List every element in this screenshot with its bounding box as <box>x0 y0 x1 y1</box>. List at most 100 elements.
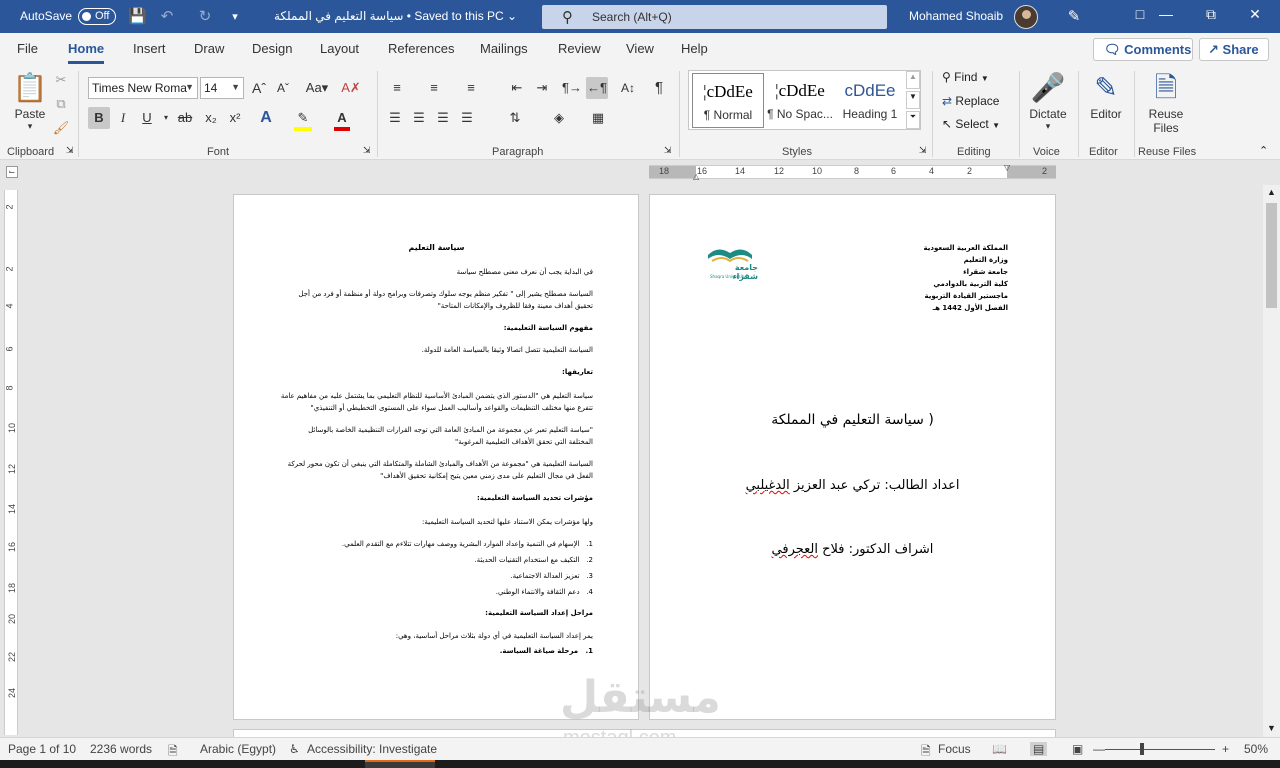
decrease-indent-icon[interactable]: ⇤ <box>506 77 528 99</box>
bold-button[interactable]: B <box>88 107 110 129</box>
italic-button[interactable]: I <box>112 107 134 129</box>
document-page-1[interactable]: المملكة العربية السعودية وزارة التعليم ج… <box>649 194 1056 720</box>
align-center-icon[interactable]: ☰ <box>408 107 430 129</box>
language[interactable]: Arabic (Egypt) <box>200 742 276 756</box>
scroll-up-icon[interactable]: ▲ <box>1267 187 1276 197</box>
tab-home[interactable]: Home <box>68 41 105 64</box>
format-painter-icon[interactable]: 🖌 <box>50 117 72 139</box>
horizontal-ruler[interactable]: 18 16 14 12 10 8 6 4 2 2 △ ▽ <box>649 163 1056 181</box>
dictate-button[interactable]: 🎤 Dictate ▾ <box>1026 69 1070 132</box>
clipboard-launcher-icon[interactable]: ⇲ <box>66 145 74 156</box>
styles-scroll-down-icon[interactable]: ▼ <box>906 91 920 109</box>
focus-button[interactable]: Focus <box>938 742 971 756</box>
user-name[interactable]: Mohamed Shoaib <box>909 9 1003 23</box>
text-effects-icon[interactable]: A <box>255 107 277 129</box>
document-title[interactable]: سياسة التعليم في المملكة • Saved to this… <box>274 9 517 23</box>
styles-more-icon[interactable]: ⏷ <box>906 111 920 129</box>
tab-review[interactable]: Review <box>558 41 601 56</box>
read-mode-icon[interactable]: 📖 <box>992 742 1007 756</box>
align-left-icon[interactable]: ☰ <box>384 107 406 129</box>
search-box[interactable]: ⚲ Search (Alt+Q) <box>542 5 887 29</box>
increase-indent-icon[interactable]: ⇥ <box>531 77 553 99</box>
font-launcher-icon[interactable]: ⇲ <box>363 145 371 156</box>
restore-icon[interactable]: ⧉ <box>1196 6 1226 23</box>
right-indent-marker-icon[interactable]: ▽ <box>1004 163 1010 172</box>
justify-icon[interactable]: ☰ <box>456 107 478 129</box>
avatar[interactable] <box>1014 5 1038 29</box>
undo-icon[interactable]: ↶ <box>158 8 176 26</box>
document-page-2[interactable]: سياسة التعليم في البداية يجب أن نعرف معن… <box>233 194 639 720</box>
align-right-icon[interactable]: ☰ <box>432 107 454 129</box>
shading-icon[interactable]: ◈ <box>548 107 570 129</box>
customize-toolbar-icon[interactable]: ▾ <box>226 8 244 26</box>
print-layout-icon[interactable]: ▤ <box>1030 742 1048 756</box>
line-spacing-icon[interactable]: ⇅ <box>504 107 526 129</box>
taskbar-active-app[interactable] <box>365 760 435 768</box>
superscript-button[interactable]: x² <box>224 107 246 129</box>
accessibility-status[interactable]: Accessibility: Investigate <box>307 742 437 756</box>
scroll-thumb[interactable] <box>1266 203 1277 308</box>
replace-button[interactable]: ⇄ Replace <box>942 94 999 108</box>
zoom-slider-thumb[interactable] <box>1140 743 1144 755</box>
zoom-slider[interactable] <box>1105 749 1215 750</box>
tab-view[interactable]: View <box>626 41 654 56</box>
numbering-icon[interactable]: ≡ <box>423 77 445 99</box>
tab-draw[interactable]: Draw <box>194 41 224 56</box>
vertical-ruler[interactable]: 2 2 4 6 8 10 12 14 16 18 20 22 24 <box>4 190 18 735</box>
shrink-font-icon[interactable]: Aˇ <box>272 77 294 99</box>
paragraph-launcher-icon[interactable]: ⇲ <box>664 145 672 156</box>
tab-mailings[interactable]: Mailings <box>480 41 528 56</box>
subscript-button[interactable]: x₂ <box>200 107 222 129</box>
left-indent-marker-icon[interactable]: △ <box>693 172 699 181</box>
save-icon[interactable]: 💾 <box>128 8 147 26</box>
styles-launcher-icon[interactable]: ⇲ <box>919 145 927 156</box>
rtl-direction-icon[interactable]: ←¶ <box>586 77 608 99</box>
tab-references[interactable]: References <box>388 41 454 56</box>
borders-icon[interactable]: ▦ <box>587 107 609 129</box>
select-button[interactable]: ↖ Select ▼ <box>942 117 1000 131</box>
cut-icon[interactable]: ✂ <box>50 69 72 91</box>
web-layout-icon[interactable]: ▣ <box>1072 742 1083 756</box>
style-heading-1[interactable]: cDdEe Heading 1 <box>834 73 906 128</box>
editor-button[interactable]: ✎ Editor <box>1084 69 1128 121</box>
styles-scroll-up-icon[interactable]: ▲ <box>906 71 920 89</box>
find-button[interactable]: ⚲ Find ▼ <box>942 70 989 84</box>
multilevel-list-icon[interactable]: ≡ <box>460 77 482 99</box>
pen-icon[interactable]: ✎ <box>1065 8 1083 26</box>
tab-file[interactable]: File <box>17 41 38 56</box>
redo-icon[interactable]: ↻ <box>196 8 214 26</box>
ltr-direction-icon[interactable]: ¶→ <box>561 77 583 99</box>
copy-icon[interactable]: ⧉ <box>50 93 72 115</box>
show-marks-icon[interactable]: ¶ <box>648 77 670 99</box>
tab-design[interactable]: Design <box>252 41 292 56</box>
share-button[interactable]: ↗ Share <box>1199 38 1269 61</box>
sort-icon[interactable]: A↕ <box>617 77 639 99</box>
page-count[interactable]: Page 1 of 10 <box>8 742 76 756</box>
grow-font-icon[interactable]: Aˆ <box>248 77 270 99</box>
tab-insert[interactable]: Insert <box>133 41 166 56</box>
font-size-select[interactable]: 14 ▼ <box>200 77 244 99</box>
strikethrough-button[interactable]: ab <box>174 107 196 129</box>
reuse-files-button[interactable]: 🗎 Reuse Files <box>1143 69 1189 135</box>
font-family-select[interactable]: Times New Roma ▼ <box>88 77 198 99</box>
tab-layout[interactable]: Layout <box>320 41 359 56</box>
change-case-icon[interactable]: Aa▾ <box>302 77 332 99</box>
clear-formatting-icon[interactable]: A✗ <box>340 77 362 99</box>
font-color-icon[interactable]: A <box>331 107 353 129</box>
style-normal[interactable]: ¦cDdEe ¶ Normal <box>692 73 764 128</box>
tab-help[interactable]: Help <box>681 41 708 56</box>
tab-selector-icon[interactable]: ⌙ <box>6 166 18 178</box>
zoom-out-icon[interactable]: — <box>1093 742 1105 756</box>
zoom-level[interactable]: 50% <box>1244 742 1268 756</box>
word-count[interactable]: 2236 words <box>90 742 152 756</box>
vertical-scrollbar[interactable]: ▲ ▼ <box>1263 185 1280 737</box>
paste-button[interactable]: 📋 Paste ▾ <box>10 69 50 132</box>
comments-button[interactable]: 🗨 Comments <box>1093 38 1193 61</box>
autosave-toggle[interactable]: Off <box>78 8 116 25</box>
collapse-ribbon-icon[interactable]: ⌃ <box>1259 144 1268 157</box>
close-icon[interactable]: ✕ <box>1240 6 1270 23</box>
zoom-in-icon[interactable]: + <box>1222 742 1229 756</box>
minimize-icon[interactable]: — <box>1151 6 1181 22</box>
style-no-spacing[interactable]: ¦cDdEe ¶ No Spac... <box>764 73 836 128</box>
scroll-down-icon[interactable]: ▼ <box>1267 723 1276 733</box>
